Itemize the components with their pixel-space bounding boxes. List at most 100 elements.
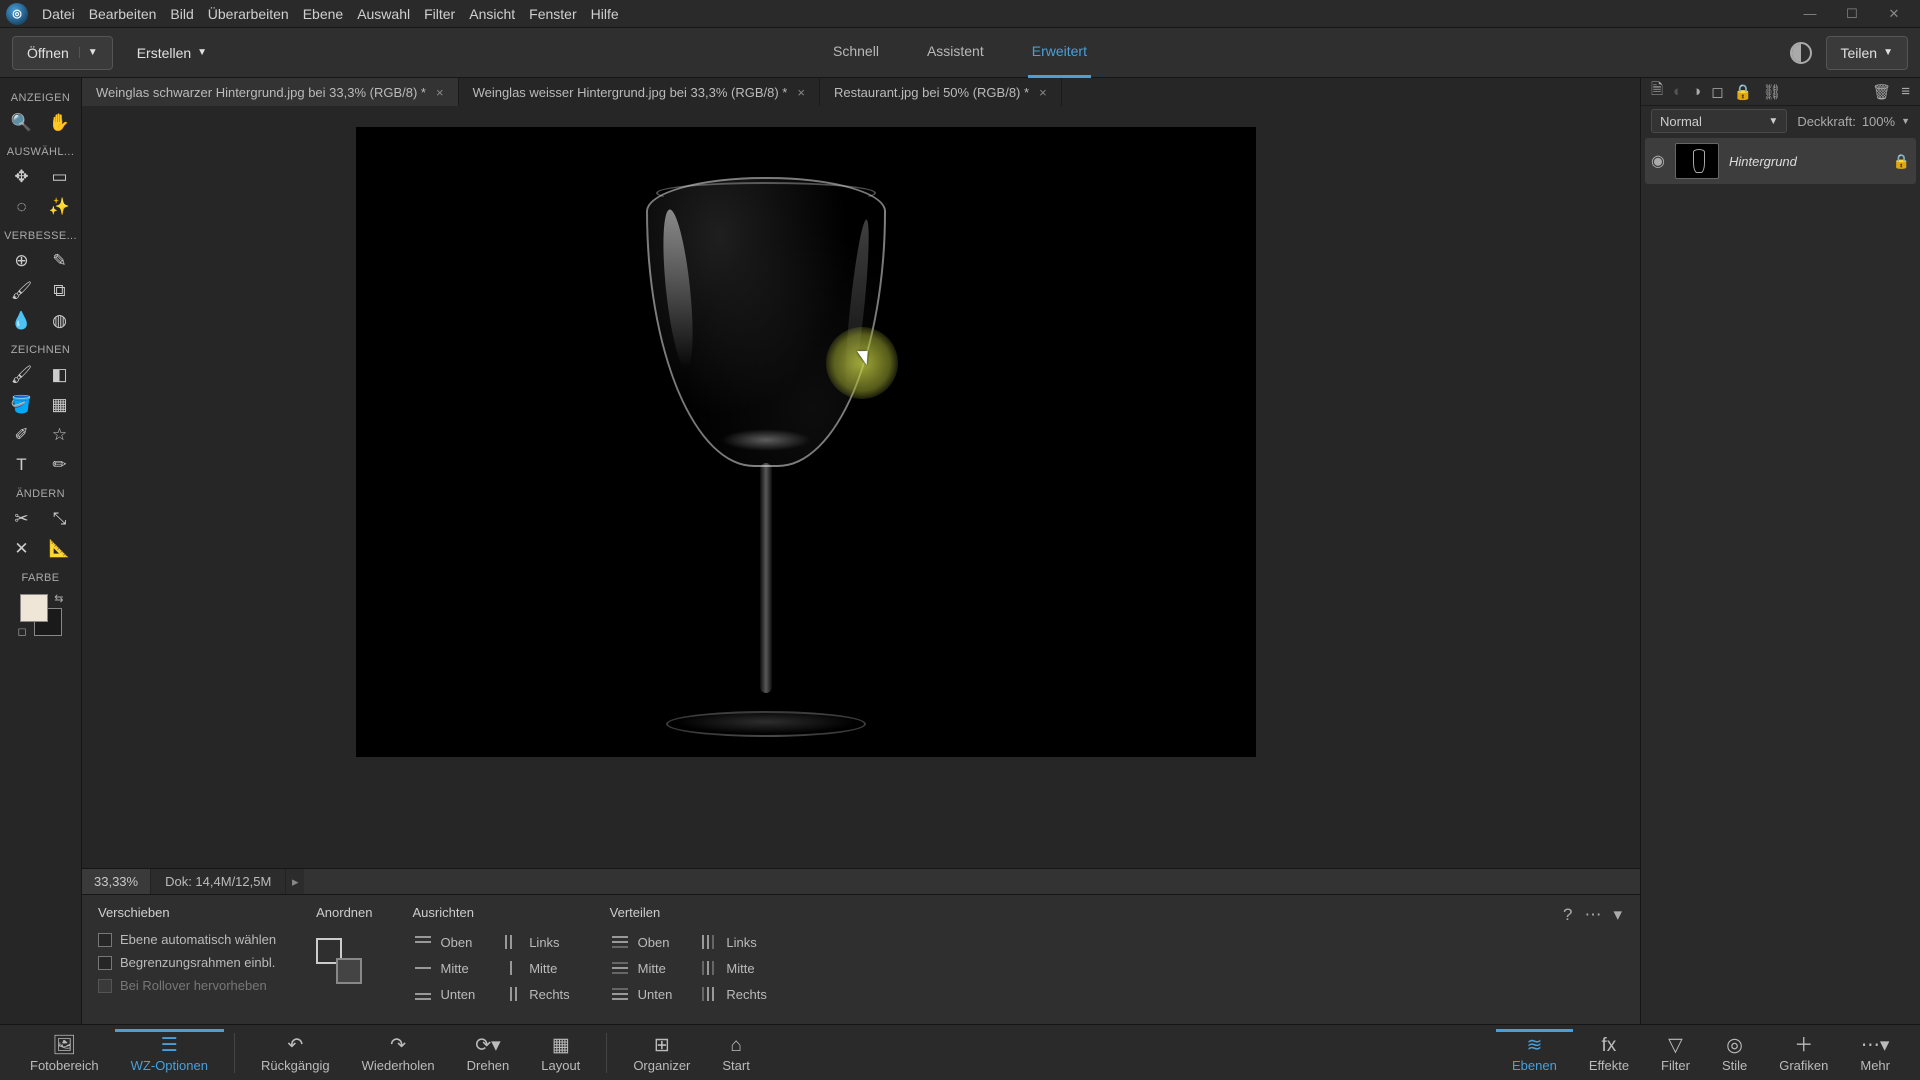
dist-hcenter-button[interactable]: Mitte xyxy=(698,960,766,976)
layer-thumbnail[interactable] xyxy=(1675,143,1719,179)
swap-colors-icon[interactable]: ⇆ xyxy=(54,592,63,605)
lasso-tool[interactable]: ◌ xyxy=(8,194,36,220)
close-window-button[interactable]: ✕ xyxy=(1874,3,1914,25)
dist-top-button[interactable]: Oben xyxy=(610,934,673,950)
chevron-down-icon[interactable]: ▼ xyxy=(79,47,98,58)
dist-right-button[interactable]: Rechts xyxy=(698,986,766,1002)
new-layer-icon[interactable]: 🗎 xyxy=(1651,79,1663,104)
move-tool[interactable]: ✥ xyxy=(8,164,36,190)
bb-drehen[interactable]: ⟳▾Drehen xyxy=(451,1029,526,1077)
reset-colors-icon[interactable]: ◻ xyxy=(18,625,27,638)
tab-erweitert[interactable]: Erweitert xyxy=(1028,28,1091,78)
document-tab-1[interactable]: Weinglas weisser Hintergrund.jpg bei 33,… xyxy=(459,78,820,106)
foreground-color-swatch[interactable] xyxy=(20,594,48,622)
align-top-button[interactable]: Oben xyxy=(413,934,476,950)
bb-stile[interactable]: ◎Stile xyxy=(1706,1029,1763,1077)
align-vcenter-button[interactable]: Mitte xyxy=(413,960,476,976)
menu-ebene[interactable]: Ebene xyxy=(303,6,343,22)
chevron-down-icon[interactable]: ▼ xyxy=(1901,116,1910,126)
bb-start[interactable]: ⌂Start xyxy=(706,1029,765,1077)
spot-heal-tool[interactable]: ✎ xyxy=(46,248,74,274)
tab-assistent[interactable]: Assistent xyxy=(923,28,988,78)
menu-auswahl[interactable]: Auswahl xyxy=(357,6,410,22)
document-tab-2[interactable]: Restaurant.jpg bei 50% (RGB/8) * × xyxy=(820,78,1062,106)
panel-menu-icon[interactable]: ≡ xyxy=(1901,83,1910,100)
tab-schnell[interactable]: Schnell xyxy=(829,28,883,78)
align-bottom-button[interactable]: Unten xyxy=(413,986,476,1002)
bb-rueckgaengig[interactable]: ↶Rückgängig xyxy=(245,1029,346,1077)
close-icon[interactable]: × xyxy=(436,85,444,100)
maximize-button[interactable]: ☐ xyxy=(1832,3,1872,25)
paint-bucket-tool[interactable]: 🪣 xyxy=(8,392,36,418)
crop-tool[interactable]: ✂ xyxy=(8,506,36,532)
rollover-checkbox[interactable]: Bei Rollover hervorheben xyxy=(98,978,276,993)
menu-hilfe[interactable]: Hilfe xyxy=(591,6,619,22)
visibility-icon[interactable]: ◉ xyxy=(1651,151,1665,171)
menu-fenster[interactable]: Fenster xyxy=(529,6,576,22)
share-button[interactable]: Teilen ▼ xyxy=(1826,36,1909,70)
close-icon[interactable]: × xyxy=(797,85,805,100)
bb-fotobereich[interactable]: 🖼Fotobereich xyxy=(14,1029,115,1077)
redeye-tool[interactable]: ⊕ xyxy=(8,248,36,274)
content-move-tool[interactable]: ✕ xyxy=(8,536,36,562)
lock-icon[interactable]: 🔒 xyxy=(1734,83,1753,101)
auto-select-checkbox[interactable]: Ebene automatisch wählen xyxy=(98,932,276,947)
eyedropper-tool[interactable]: ✐ xyxy=(8,422,36,448)
dist-vcenter-button[interactable]: Mitte xyxy=(610,960,673,976)
menu-ueberarbeiten[interactable]: Überarbeiten xyxy=(208,6,289,22)
minimize-button[interactable]: — xyxy=(1790,3,1830,25)
opacity-value[interactable]: 100% xyxy=(1862,114,1895,129)
lock-icon[interactable]: 🔒 xyxy=(1893,153,1910,170)
dist-bottom-button[interactable]: Unten xyxy=(610,986,673,1002)
menu-filter[interactable]: Filter xyxy=(424,6,455,22)
align-right-button[interactable]: Rechts xyxy=(501,986,569,1002)
layer-row-0[interactable]: ◉ Hintergrund 🔒 xyxy=(1645,138,1916,184)
smart-brush-tool[interactable]: 🖌 xyxy=(8,278,36,304)
eraser-tool[interactable]: ◧ xyxy=(46,362,74,388)
recompose-tool[interactable]: ⤡ xyxy=(46,506,74,532)
brush-tool[interactable]: 🖌 xyxy=(8,362,36,388)
sponge-tool[interactable]: ◍ xyxy=(46,308,74,334)
menu-datei[interactable]: Datei xyxy=(42,6,75,22)
arrange-icon[interactable] xyxy=(316,938,362,984)
marquee-tool[interactable]: ▭ xyxy=(46,164,74,190)
close-icon[interactable]: × xyxy=(1039,85,1047,100)
help-icon[interactable]: ? xyxy=(1563,905,1572,925)
canvas-viewport[interactable] xyxy=(82,106,1640,868)
layer-name[interactable]: Hintergrund xyxy=(1729,154,1883,169)
collapse-icon[interactable]: ▾ xyxy=(1613,905,1622,925)
canvas[interactable] xyxy=(356,127,1256,757)
align-hcenter-button[interactable]: Mitte xyxy=(501,960,569,976)
open-button[interactable]: Öffnen ▼ xyxy=(12,36,113,70)
theme-toggle-icon[interactable] xyxy=(1790,42,1812,64)
document-info[interactable]: Dok: 14,4M/12,5M xyxy=(151,869,286,894)
pencil-tool[interactable]: ✏ xyxy=(46,452,74,478)
bb-organizer[interactable]: ⊞Organizer xyxy=(617,1029,706,1077)
bb-effekte[interactable]: fxEffekte xyxy=(1573,1029,1645,1077)
bb-layout[interactable]: ▦Layout xyxy=(525,1029,596,1077)
more-icon[interactable]: ⋯ xyxy=(1584,905,1601,925)
bb-ebenen[interactable]: ≋Ebenen xyxy=(1496,1029,1573,1077)
zoom-tool[interactable]: 🔍 xyxy=(8,110,36,136)
type-tool[interactable]: T xyxy=(8,452,36,478)
clip-mask-icon[interactable]: ◐ xyxy=(1673,83,1682,100)
color-swatches[interactable]: ⇆ ◻ xyxy=(20,594,62,636)
hand-tool[interactable]: ✋ xyxy=(46,110,74,136)
clone-tool[interactable]: ⧉ xyxy=(46,278,74,304)
menu-bild[interactable]: Bild xyxy=(170,6,193,22)
document-tab-0[interactable]: Weinglas schwarzer Hintergrund.jpg bei 3… xyxy=(82,78,459,106)
zoom-level[interactable]: 33,33% xyxy=(82,869,151,894)
shape-tool[interactable]: ☆ xyxy=(46,422,74,448)
status-menu-icon[interactable]: ▸ xyxy=(286,869,304,894)
straighten-tool[interactable]: 📐 xyxy=(46,536,74,562)
bounding-box-checkbox[interactable]: Begrenzungsrahmen einbl. xyxy=(98,955,276,970)
bb-wiederholen[interactable]: ↷Wiederholen xyxy=(346,1029,451,1077)
adjustment-icon[interactable]: ◑ xyxy=(1692,83,1701,100)
menu-ansicht[interactable]: Ansicht xyxy=(469,6,515,22)
trash-icon[interactable]: 🗑 xyxy=(1872,83,1891,101)
align-left-button[interactable]: Links xyxy=(501,934,569,950)
dist-left-button[interactable]: Links xyxy=(698,934,766,950)
bb-mehr[interactable]: ⋯▾Mehr xyxy=(1844,1029,1906,1077)
bb-wz-optionen[interactable]: ☰WZ-Optionen xyxy=(115,1029,224,1077)
link-icon[interactable]: ⛓ xyxy=(1762,83,1781,101)
